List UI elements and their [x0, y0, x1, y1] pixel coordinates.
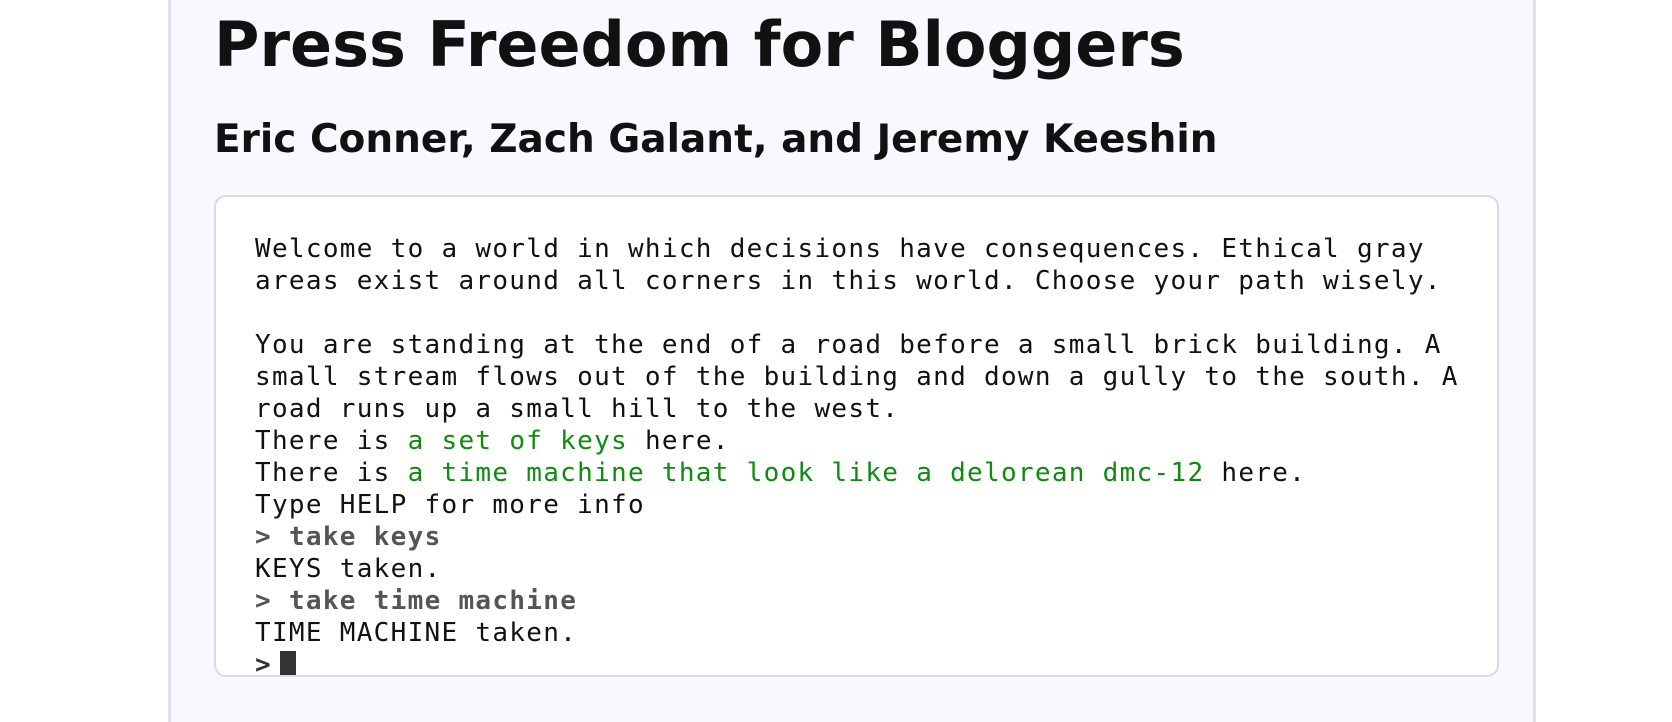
page-title: Press Freedom for Bloggers — [214, 8, 1185, 81]
item-prefix: There is — [255, 458, 408, 488]
command-line: > take time machine — [255, 585, 1477, 617]
item-suffix: here. — [1204, 458, 1307, 488]
item-prefix: There is — [255, 426, 408, 456]
item-line: There is a set of keys here. — [255, 425, 1477, 457]
item-time-machine: a time machine that look like a delorean… — [407, 458, 1205, 488]
item-line: There is a time machine that look like a… — [255, 457, 1477, 489]
terminal-output: Welcome to a world in which decisions ha… — [255, 233, 1477, 677]
command-input-line[interactable]: > — [255, 649, 1477, 677]
description-line: You are standing at the end of a road be… — [255, 330, 1442, 360]
page-authors: Eric Conner, Zach Galant, and Jeremy Kee… — [214, 117, 1218, 162]
command-text: take time machine — [288, 586, 578, 616]
intro-line: Welcome to a world in which decisions ha… — [255, 234, 1425, 264]
page-container: Press Freedom for Bloggers Eric Conner, … — [168, 0, 1536, 722]
description-line: road runs up a small hill to the west. — [255, 394, 900, 424]
command-text: take keys — [288, 522, 442, 552]
item-suffix: here. — [628, 426, 730, 456]
prompt-symbol: > — [255, 522, 272, 552]
prompt-symbol: > — [255, 586, 272, 616]
response-line: TIME MACHINE taken. — [255, 618, 578, 648]
intro-line: areas exist around all corners in this w… — [255, 266, 1442, 296]
item-keys: a set of keys — [407, 426, 628, 456]
text-cursor[interactable] — [279, 651, 296, 675]
prompt-symbol: > — [255, 650, 272, 677]
description-line: small stream flows out of the building a… — [255, 362, 1459, 392]
command-line: > take keys — [255, 521, 1477, 553]
game-terminal[interactable]: Welcome to a world in which decisions ha… — [214, 195, 1499, 677]
help-line: Type HELP for more info — [255, 490, 645, 520]
response-line: KEYS taken. — [255, 554, 442, 584]
